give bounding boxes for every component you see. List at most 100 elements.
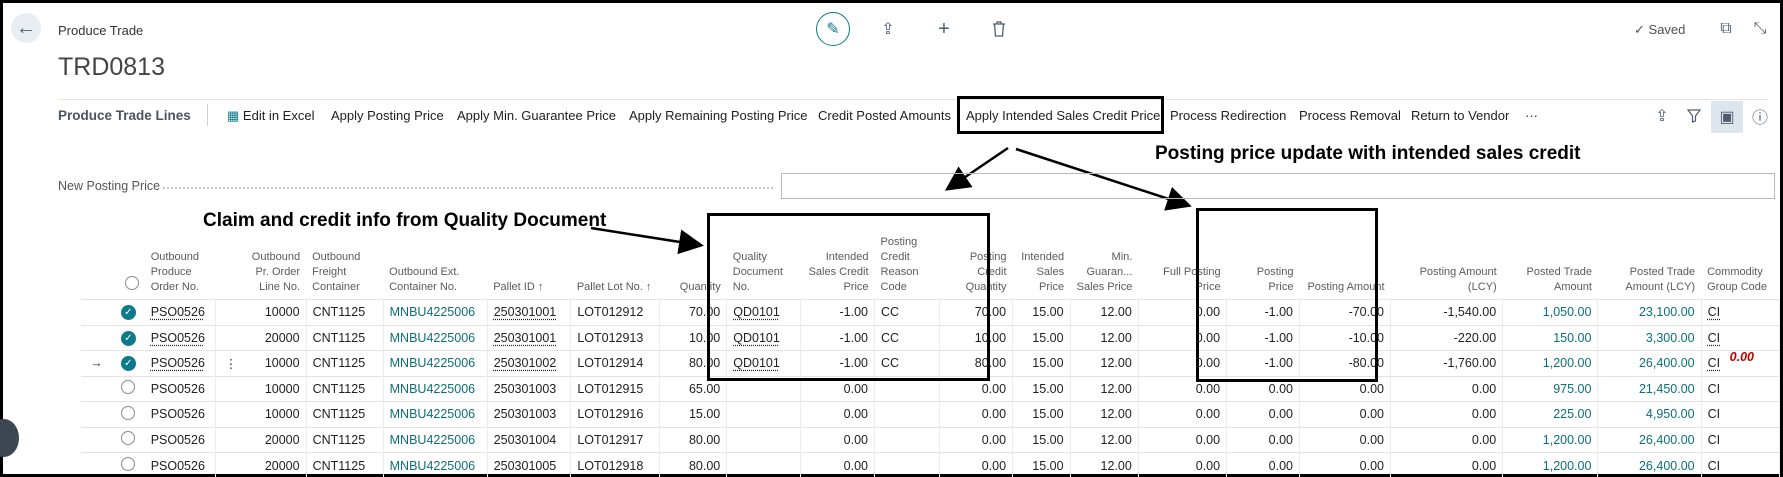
unchecked-radio[interactable] (121, 380, 136, 395)
row-select-cell[interactable]: ✓ (111, 324, 145, 351)
col-commodity-group[interactable]: Commodity Group Code (1701, 235, 1779, 300)
cell-posting-amount-lcy-value: -1,760.00 (1443, 356, 1497, 371)
cell-freight-container-value: CNT1125 (312, 356, 366, 371)
cell-quality-doc[interactable] (726, 452, 802, 477)
cell-posted-trade-amount[interactable]: 975.00 (1502, 375, 1599, 402)
cell-posted-trade-amount-lcy[interactable]: 26,400.00 (1597, 350, 1702, 376)
cell-order-no[interactable]: PSO0526 (144, 401, 217, 427)
cell-row-menu[interactable] (215, 426, 246, 453)
cell-posted-trade-amount-lcy[interactable]: 21,450.00 (1597, 375, 1702, 402)
cell-intended-sales-price-value: 15.00 (1032, 356, 1064, 371)
cell-posting-amount-value: 0.00 (1359, 407, 1385, 422)
checked-icon[interactable]: ✓ (120, 330, 136, 346)
col-min-guarantee[interactable]: Min. Guaran... Sales Price (1070, 235, 1138, 300)
cell-order-no[interactable]: PSO0526 (144, 426, 217, 453)
cell-commodity-group-value: CI (1707, 458, 1721, 473)
cell-posted-trade-amount-lcy[interactable]: 23,100.00 (1597, 299, 1702, 325)
cell-pallet-id[interactable]: 250301005 (487, 452, 572, 477)
unchecked-radio[interactable] (121, 457, 136, 471)
cell-quality-doc[interactable] (726, 426, 802, 453)
cell-intended-credit-price-value: 0.00 (843, 381, 869, 396)
cell-posted-trade-amount-lcy[interactable]: 4,950.00 (1597, 401, 1702, 427)
checked-icon[interactable]: ✓ (120, 356, 136, 372)
cell-posted-trade-amount-lcy[interactable]: 3,300.00 (1597, 324, 1702, 351)
cell-order-no[interactable]: PSO0526 (144, 452, 217, 477)
row-marker (81, 299, 112, 325)
col-pallet-lot[interactable]: Pallet Lot No. ↑ (571, 235, 659, 300)
col-posting-amount-lcy[interactable]: Posting Amount (LCY) (1391, 235, 1503, 300)
cell-order-no[interactable]: PSO0526 (144, 350, 217, 376)
checked-icon[interactable]: ✓ (120, 305, 136, 321)
cell-intended-sales-price-value: 15.00 (1032, 330, 1064, 345)
table-row[interactable]: PSO0526 20000 CNT1125 MNBU4225006 250301004 L… (81, 426, 1781, 453)
row-select-cell[interactable]: ✓ (111, 299, 145, 325)
cell-commodity-group-value: CI (1707, 381, 1721, 396)
cell-row-menu[interactable]: ⋮ (215, 350, 246, 376)
row-select-cell[interactable]: ✓ (111, 350, 145, 376)
row-select-cell[interactable] (111, 426, 145, 453)
cell-ext-container[interactable]: MNBU4225006 (383, 350, 488, 376)
cell-posted-trade-amount[interactable]: 1,050.00 (1502, 299, 1599, 325)
cell-ext-container[interactable]: MNBU4225006 (383, 426, 488, 453)
cell-pallet-lot: LOT012917 (570, 426, 660, 453)
col-outbound-order-no[interactable]: Outbound Produce Order No. (145, 235, 216, 300)
col-posted-trade-amount-lcy[interactable]: Posted Trade Amount (LCY) (1598, 235, 1701, 300)
cell-posted-trade-amount-value: 150.00 (1553, 330, 1592, 345)
cell-commodity-group[interactable]: CI (1701, 426, 1781, 453)
col-freight-container[interactable]: Outbound Freight Container (306, 235, 383, 300)
unchecked-radio[interactable] (121, 431, 136, 446)
cell-ext-container[interactable]: MNBU4225006 (383, 401, 488, 427)
cell-ext-container[interactable]: MNBU4225006 (383, 375, 488, 402)
cell-row-menu[interactable] (215, 299, 246, 325)
new-posting-price-label: New Posting Price (58, 179, 161, 193)
cell-posted-trade-amount-lcy[interactable]: 26,400.00 (1597, 452, 1702, 477)
cell-pallet-id[interactable]: 250301001 (487, 324, 572, 351)
col-outbound-line-no[interactable]: Outbound Pr. Order Line No. (245, 235, 306, 300)
cell-commodity-group[interactable]: CI (1701, 452, 1781, 477)
cell-commodity-group[interactable]: CI (1701, 324, 1781, 351)
cell-ext-container[interactable]: MNBU4225006 (383, 452, 488, 477)
cell-row-menu[interactable] (215, 401, 246, 427)
cell-pallet-lot-value: LOT012914 (577, 356, 644, 371)
row-select-cell[interactable] (111, 401, 145, 427)
cell-pallet-id[interactable]: 250301002 (487, 350, 572, 376)
cell-order-no-value: PSO0526 (150, 407, 205, 422)
cell-posted-trade-amount[interactable]: 1,200.00 (1502, 426, 1599, 453)
cell-order-no[interactable]: PSO0526 (144, 324, 217, 351)
cell-min-guarantee-value: 12.00 (1100, 458, 1132, 473)
cell-pallet-id[interactable]: 250301003 (487, 375, 572, 402)
cell-posted-trade-amount[interactable]: 150.00 (1502, 324, 1599, 351)
table-row[interactable]: PSO0526 20000 CNT1125 MNBU4225006 250301005 L… (81, 452, 1781, 477)
col-ext-container[interactable]: Outbound Ext. Container No. (383, 235, 487, 300)
cell-row-menu[interactable] (215, 375, 246, 402)
col-pallet-id[interactable]: Pallet ID ↑ (487, 235, 571, 300)
cell-pallet-id[interactable]: 250301004 (487, 426, 572, 453)
cell-commodity-group[interactable]: CI (1701, 375, 1781, 402)
select-all-radio[interactable] (124, 276, 139, 290)
cell-quality-doc[interactable] (726, 401, 802, 427)
unchecked-radio[interactable] (121, 405, 136, 420)
col-intended-sales-price[interactable]: Intended Sales Price (1013, 235, 1071, 300)
cell-row-menu[interactable] (215, 452, 246, 477)
cell-order-no[interactable]: PSO0526 (144, 375, 217, 402)
col-posted-trade-amount[interactable]: Posted Trade Amount (1503, 235, 1598, 300)
cell-order-no[interactable]: PSO0526 (144, 299, 217, 325)
cell-pallet-id[interactable]: 250301001 (487, 299, 572, 325)
cell-commodity-group[interactable]: CI (1701, 401, 1781, 427)
row-select-cell[interactable] (111, 452, 145, 477)
cell-pallet-id[interactable]: 250301003 (487, 401, 572, 427)
cell-posted-trade-amount[interactable]: 225.00 (1502, 401, 1599, 427)
cell-posted-trade-amount-lcy[interactable]: 26,400.00 (1597, 426, 1702, 453)
cell-commodity-group[interactable]: CI (1701, 350, 1781, 376)
cell-posted-trade-amount[interactable]: 1,200.00 (1502, 452, 1599, 477)
row-select-cell[interactable] (111, 375, 145, 402)
table-row[interactable]: PSO0526 10000 CNT1125 MNBU4225006 250301003 L… (81, 401, 1781, 427)
cell-ext-container[interactable]: MNBU4225006 (383, 324, 488, 351)
cell-row-menu[interactable] (215, 324, 246, 351)
cell-ext-container[interactable]: MNBU4225006 (383, 299, 488, 325)
select-all-header[interactable] (112, 235, 145, 300)
new-posting-price-input[interactable]: 0.00 (781, 173, 1775, 364)
cell-posted-trade-amount[interactable]: 1,200.00 (1502, 350, 1599, 376)
cell-posting-amount: 0.00 (1299, 426, 1392, 453)
cell-commodity-group[interactable]: CI (1701, 299, 1781, 325)
